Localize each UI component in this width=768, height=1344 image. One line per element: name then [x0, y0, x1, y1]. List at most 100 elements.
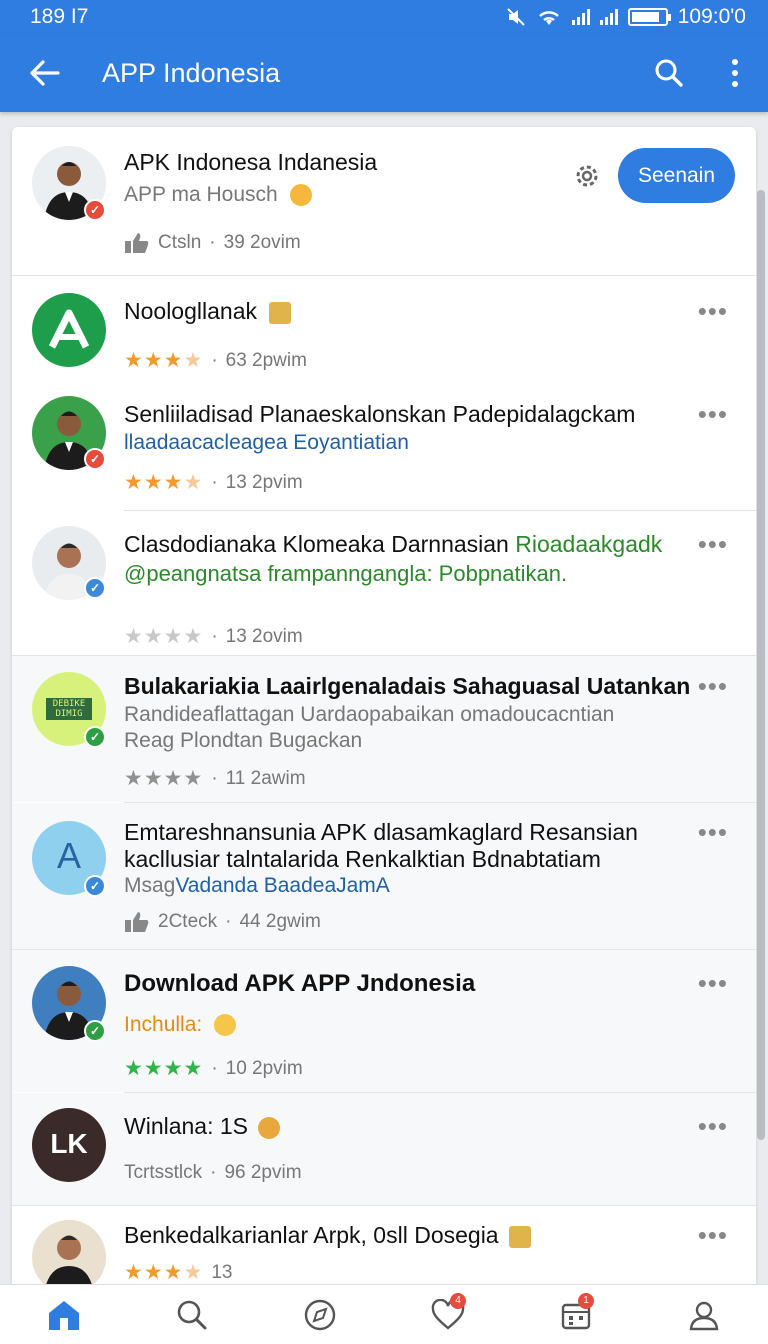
post-title: Senliiladisad Planaeskalonskan Padepidal… [124, 401, 636, 427]
nav-home[interactable] [34, 1287, 94, 1343]
nav-profile[interactable] [674, 1287, 734, 1343]
android-a-icon [48, 309, 90, 349]
post-subtitle: Randideaflattagan Uardaopabaikan omadouc… [124, 703, 615, 726]
post-title-highlight: Rioadaakgadk [515, 531, 663, 557]
search-icon [177, 1300, 207, 1329]
nav-calendar[interactable]: 1 [546, 1287, 606, 1343]
more-vertical-icon [732, 59, 738, 87]
meta-separator: · [211, 471, 218, 493]
post-time: 10 2pvim [225, 1057, 303, 1079]
more-options-button[interactable]: ••• [698, 298, 728, 324]
post-title-line: Benkedalkarianlar Arpk, 0sll Dosegia [124, 1222, 531, 1249]
verified-badge: ✓ [84, 875, 106, 897]
gear-icon[interactable] [572, 161, 602, 191]
status-time: 189 I7 [30, 5, 89, 28]
search-icon [655, 59, 683, 87]
notification-badge: 1 [578, 1292, 594, 1309]
arrow-left-icon [30, 60, 60, 86]
post-meta: Tcrtsstlck · 96 2pvim [124, 1162, 302, 1184]
post-title-line: Clasdodianaka Klomeaka Darnnasian Rioada… [124, 531, 662, 558]
meta-separator: · [211, 767, 218, 789]
list-item[interactable]: DEBIKE DIMIG ✓ Bulakariakia Laairlgenala… [12, 656, 756, 802]
list-item[interactable]: A ✓ Emtareshnansunia APK dlasamkaglard R… [12, 803, 756, 949]
cool-emoji-icon [258, 1116, 281, 1139]
battery-level [631, 12, 659, 22]
post-meta: ★★★★ · 13 2pvim [124, 470, 303, 495]
profile-meta: Ctsln · 39 2ovim [124, 232, 301, 254]
post-meta: 2Cteck · 44 2gwim [124, 911, 321, 933]
post-time: 13 [211, 1261, 233, 1283]
nav-favorites[interactable]: 4 [418, 1287, 478, 1343]
list-item[interactable]: ✓ Download APK APP Jndonesia Inchulla: ★… [12, 950, 756, 1092]
post-title: Winlana: 1S [124, 1113, 249, 1139]
post-subtitle: Inchulla: [124, 1013, 203, 1036]
verified-badge: ✓ [84, 577, 106, 599]
avatar-letter: LK [50, 1128, 88, 1159]
profile-meta-label: Ctsln [158, 232, 202, 253]
post-time: 63 2pwim [225, 349, 307, 371]
thumbs-up-icon [125, 912, 149, 932]
app-logo-text: DEBIKE DIMIG [46, 698, 92, 720]
nav-search[interactable] [162, 1287, 222, 1343]
battery-icon [627, 8, 671, 26]
more-options-button[interactable]: ••• [698, 673, 728, 699]
list-item[interactable]: ✓ Senliiladisad Planaeskalonskan Padepid… [12, 386, 756, 510]
more-menu-button[interactable] [702, 34, 768, 112]
profile-subtitle: APP ma Housch [124, 183, 278, 206]
avatar-letter: A [56, 835, 81, 876]
more-options-button[interactable]: ••• [698, 531, 728, 557]
rating-stars: ★★★★ [124, 1261, 204, 1284]
verified-badge: ✓ [84, 199, 106, 221]
rating-stars: ★★★★ [124, 349, 204, 372]
post-title: Clasdodianaka Klomeaka Darnnasian [124, 531, 509, 557]
meta-separator: · [210, 1162, 217, 1183]
post-meta-label: Tcrtsstlck [124, 1162, 203, 1183]
app-bar: APP Indonesia [0, 34, 768, 112]
post-title: Benkedalkarianlar Arpk, 0sll Dosegia [124, 1222, 499, 1248]
list-item[interactable]: ✓ Clasdodianaka Klomeaka Darnnasian Rioa… [12, 511, 756, 655]
post-meta-label: 2Cteck [158, 911, 218, 932]
scrollbar[interactable] [757, 190, 765, 1140]
rating-stars: ★★★★ [124, 625, 204, 648]
status-icons: 109:0'0 [506, 5, 746, 29]
profile-subtitle-line: APP ma Housch [124, 183, 312, 207]
user-avatar: LK [32, 1108, 106, 1182]
wifi-icon [538, 11, 559, 25]
nav-explore[interactable] [290, 1287, 350, 1343]
post-title: Emtareshnansunia APK dlasamkaglard Resan… [124, 819, 638, 845]
post-subtitle-line: MsagVadanda BaadeaJamA [124, 874, 390, 898]
post-title: Noologllanak [124, 298, 257, 324]
app-logo-avatar [32, 293, 106, 367]
post-time: 44 2gwim [239, 911, 321, 932]
post-title: Bulakariakia Laairlgenaladais Sahaguasal… [124, 673, 691, 699]
crown-emoji-icon [269, 301, 292, 324]
back-button[interactable] [0, 34, 90, 112]
verified-badge: ✓ [84, 1020, 106, 1042]
more-options-button[interactable]: ••• [698, 1113, 728, 1139]
list-item[interactable]: Benkedalkarianlar Arpk, 0sll Dosegia ★★★… [12, 1206, 756, 1284]
smile-emoji-icon [289, 184, 312, 207]
more-options-button[interactable]: ••• [698, 819, 728, 845]
post-meta: ★★★★ · 63 2pwim [124, 348, 307, 373]
bottom-navigation: 4 1 [0, 1284, 768, 1344]
more-options-button[interactable]: ••• [698, 970, 728, 996]
home-icon [49, 1300, 79, 1330]
page-title: APP Indonesia [102, 57, 281, 88]
more-options-button[interactable]: ••• [698, 1222, 728, 1248]
signal-icon [571, 9, 590, 25]
status-clock: 109:0'0 [677, 5, 746, 28]
notification-badge: 4 [450, 1292, 466, 1309]
status-bar: 189 I7 109:0'0 [0, 0, 768, 34]
follow-button[interactable]: Seenain [618, 148, 735, 203]
post-title-line: Noologllanak [124, 298, 292, 325]
profile-meta-time: 39 2ovim [223, 232, 301, 253]
verified-badge: ✓ [84, 726, 106, 748]
post-subtitle-2: Reag Plondtan Bugackan [124, 729, 363, 752]
list-item[interactable]: LK Winlana: 1S Tcrtsstlck · 96 2pvim ••• [12, 1093, 756, 1205]
post-subtitle: llaadaacacleagea Eoyantiatian [124, 431, 409, 454]
search-button[interactable] [636, 34, 702, 112]
post-meta: ★★★★ 13 [124, 1260, 232, 1284]
list-item[interactable]: Noologllanak ★★★★ · 63 2pwim ••• [12, 276, 756, 386]
rating-stars: ★★★★ [124, 471, 204, 494]
more-options-button[interactable]: ••• [698, 401, 728, 427]
